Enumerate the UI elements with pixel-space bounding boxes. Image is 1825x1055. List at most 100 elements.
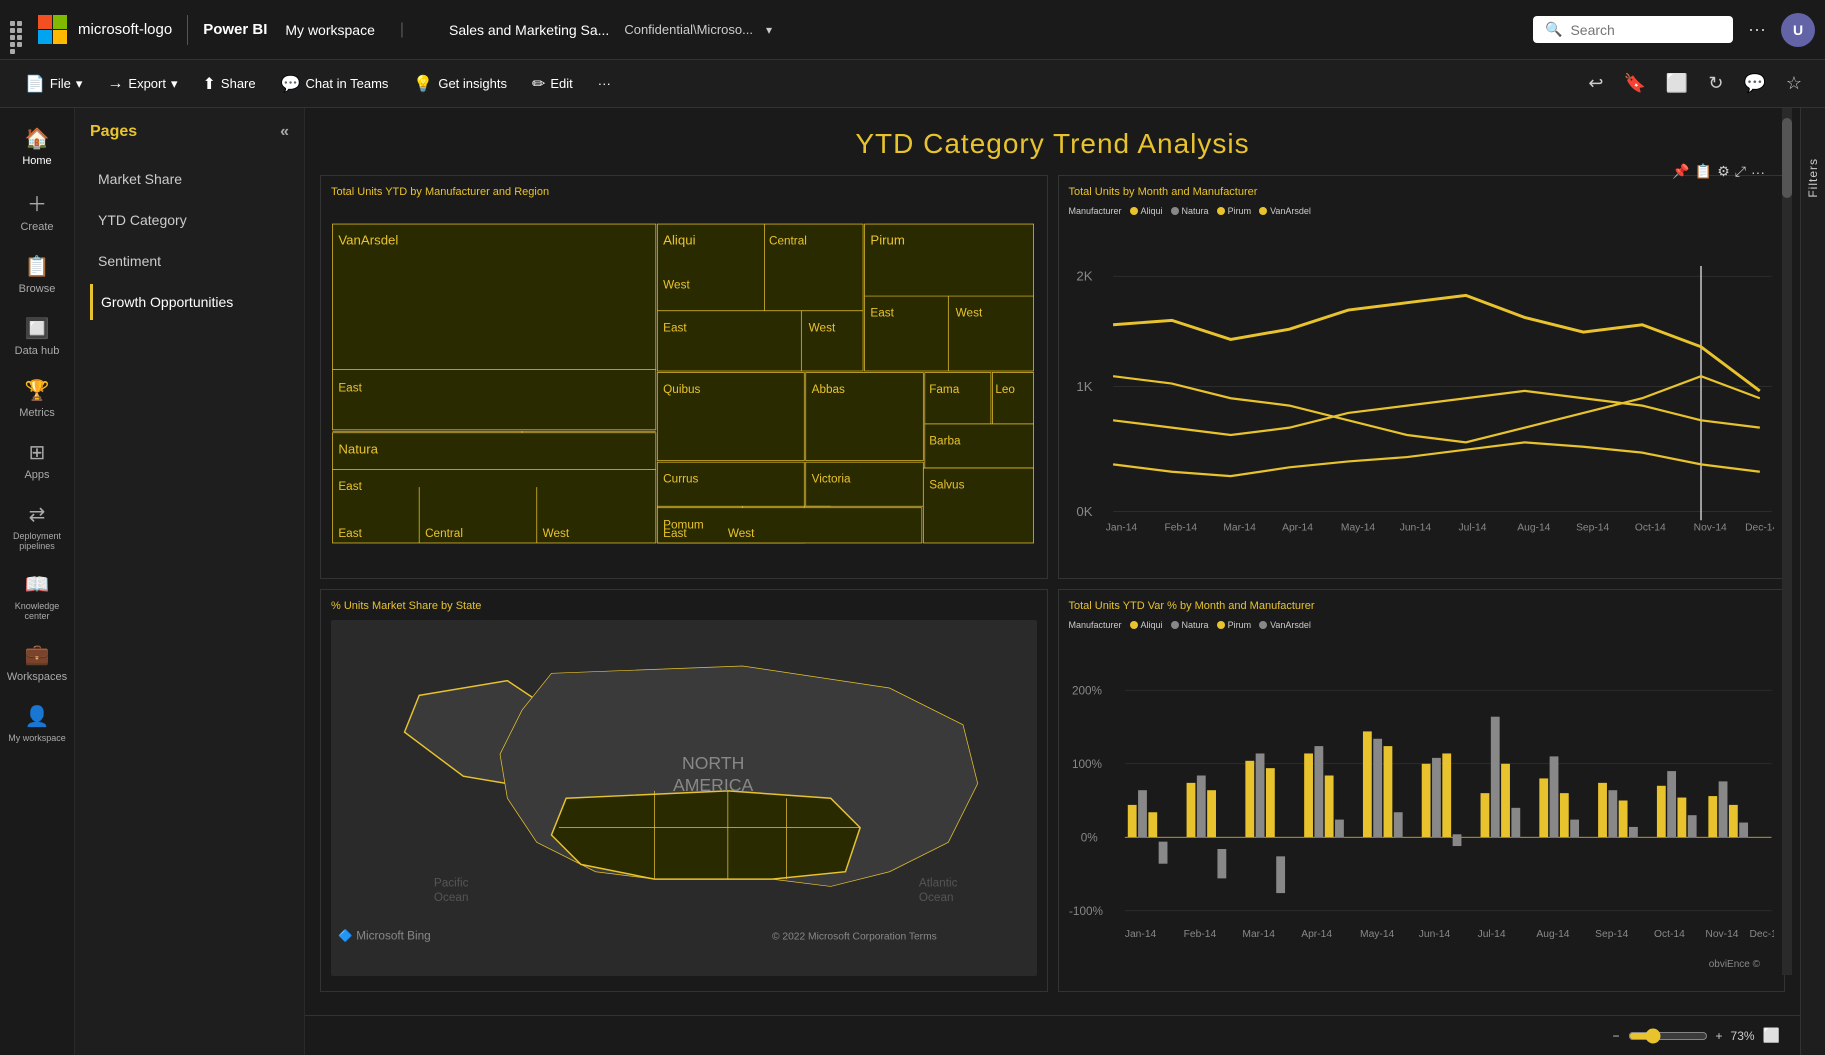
- share-button[interactable]: ⬆ Share: [193, 69, 266, 99]
- pin-button[interactable]: 📌: [1672, 163, 1689, 180]
- comment-button[interactable]: 💬: [1735, 68, 1773, 99]
- sidebar-item-apps[interactable]: ⊞ Apps: [0, 432, 74, 489]
- svg-text:East: East: [338, 480, 362, 493]
- dropdown-icon[interactable]: ▾: [766, 23, 772, 37]
- report-frame: YTD Category Trend Analysis Total Units …: [305, 108, 1800, 1015]
- sidebar-item-metrics[interactable]: 🏆 Metrics: [0, 370, 74, 427]
- view-button[interactable]: ⬜: [1658, 68, 1696, 99]
- create-icon: ＋: [27, 188, 47, 217]
- confidential-label: Confidential\Microso...: [624, 22, 753, 37]
- svg-text:Feb-14: Feb-14: [1183, 929, 1216, 940]
- sidebar: 🏠 Home ＋ Create 📋 Browse 🔲 Data hub 🏆 Me…: [0, 108, 75, 1055]
- chart-line[interactable]: Total Units by Month and Manufacturer Ma…: [1058, 175, 1786, 579]
- svg-text:East: East: [663, 527, 687, 540]
- bookmark-button[interactable]: 🔖: [1616, 68, 1654, 99]
- scroll-bar[interactable]: [1782, 108, 1792, 975]
- home-icon: 🏠: [25, 126, 50, 151]
- chat-teams-button[interactable]: 💬 Chat in Teams: [271, 69, 399, 99]
- svg-text:Pirum: Pirum: [870, 233, 905, 248]
- page-item-ytd-category[interactable]: YTD Category: [90, 202, 289, 238]
- chart-bar[interactable]: Total Units YTD Var % by Month and Manuf…: [1058, 589, 1786, 993]
- chart2-inner: 2K 1K 0K: [1069, 220, 1775, 577]
- svg-text:Natura: Natura: [338, 441, 378, 456]
- svg-text:May-14: May-14: [1340, 523, 1375, 534]
- sidebar-item-home[interactable]: 🏠 Home: [0, 118, 74, 175]
- grid-icon[interactable]: [10, 21, 28, 39]
- zoom-plus-icon[interactable]: +: [1716, 1029, 1723, 1043]
- map-svg: NORTH AMERICA Pacific Ocean Atlantic Oce…: [331, 620, 1037, 977]
- copy-button[interactable]: 📋: [1695, 163, 1712, 180]
- sidebar-item-knowledge[interactable]: 📖 Knowledge center: [0, 564, 74, 629]
- sidebar-create-label: Create: [20, 221, 53, 233]
- svg-text:Central: Central: [425, 527, 463, 540]
- chart-treemap[interactable]: Total Units YTD by Manufacturer and Regi…: [320, 175, 1048, 579]
- svg-text:Aug-14: Aug-14: [1536, 929, 1569, 940]
- export-button[interactable]: → Export ▾: [97, 70, 187, 98]
- chat-label: Chat in Teams: [306, 76, 389, 91]
- chart4-inner: 200% 100% 0% -100%: [1069, 634, 1775, 991]
- nav-divider: [187, 15, 188, 45]
- refresh-button[interactable]: ↻: [1700, 68, 1731, 99]
- svg-text:Jul-14: Jul-14: [1477, 929, 1505, 940]
- expand-button[interactable]: ⤢: [1735, 163, 1746, 180]
- pages-collapse-button[interactable]: «: [280, 123, 289, 141]
- edit-button[interactable]: ✏ Edit: [522, 69, 583, 99]
- toolbar-more-button[interactable]: ···: [588, 71, 621, 96]
- svg-text:East: East: [338, 527, 362, 540]
- sidebar-browse-label: Browse: [19, 283, 56, 295]
- svg-text:May-14: May-14: [1360, 929, 1395, 940]
- sidebar-item-deployment[interactable]: ⇄ Deployment pipelines: [0, 494, 74, 559]
- undo-button[interactable]: ↩: [1580, 68, 1611, 99]
- page-item-growth-opportunities[interactable]: Growth Opportunities: [90, 284, 289, 320]
- svg-text:West: West: [728, 527, 755, 540]
- filters-label[interactable]: Filters: [1806, 158, 1820, 198]
- chart2-manufacturer-label: Manufacturer: [1069, 206, 1122, 216]
- chart4-title: Total Units YTD Var % by Month and Manuf…: [1069, 600, 1775, 612]
- file-button[interactable]: 📄 File ▾: [15, 69, 92, 99]
- page-item-market-share[interactable]: Market Share: [90, 161, 289, 197]
- svg-text:Oct-14: Oct-14: [1653, 929, 1684, 940]
- chart-more-button[interactable]: ···: [1751, 163, 1765, 180]
- microsoft-label: microsoft-logo: [78, 21, 172, 38]
- sidebar-item-myworkspace[interactable]: 👤 My workspace: [0, 696, 74, 751]
- powerbi-label: Power BI: [203, 21, 267, 38]
- svg-text:West: West: [663, 279, 690, 292]
- chart-map[interactable]: % Units Market Share by State: [320, 589, 1048, 993]
- bar-legend-natura: Natura: [1171, 620, 1209, 630]
- insights-button[interactable]: 💡 Get insights: [403, 69, 517, 99]
- svg-text:Barba: Barba: [929, 435, 961, 448]
- line-chart-svg: 2K 1K 0K: [1069, 220, 1775, 577]
- share-icon: ⬆: [203, 74, 216, 94]
- search-box[interactable]: 🔍: [1533, 16, 1733, 43]
- sidebar-item-browse[interactable]: 📋 Browse: [0, 246, 74, 303]
- svg-text:Quibus: Quibus: [663, 383, 700, 396]
- svg-text:Ocean: Ocean: [434, 891, 469, 904]
- zoom-label: 73%: [1731, 1029, 1755, 1043]
- fit-page-button[interactable]: ⬜: [1763, 1027, 1780, 1044]
- legend-aliqui: Aliqui: [1130, 206, 1163, 216]
- sidebar-item-datahub[interactable]: 🔲 Data hub: [0, 308, 74, 365]
- search-input[interactable]: [1570, 22, 1710, 38]
- svg-text:Apr-14: Apr-14: [1282, 523, 1313, 534]
- svg-text:Ocean: Ocean: [919, 891, 954, 904]
- zoom-minus-icon[interactable]: −: [1613, 1029, 1620, 1043]
- browse-icon: 📋: [25, 254, 50, 279]
- more-options-icon[interactable]: ···: [1748, 19, 1766, 40]
- filter-button[interactable]: ⚙: [1717, 163, 1730, 180]
- svg-text:AMERICA: AMERICA: [673, 774, 754, 794]
- zoom-slider[interactable]: [1628, 1028, 1708, 1044]
- deployment-icon: ⇄: [29, 502, 46, 527]
- avatar[interactable]: U: [1781, 13, 1815, 47]
- report-title[interactable]: Sales and Marketing Sa...: [449, 22, 609, 38]
- svg-text:Jan-14: Jan-14: [1105, 523, 1137, 534]
- chart1-inner: VanArsdel East Aliqui East West West: [331, 206, 1037, 563]
- favorite-button[interactable]: ☆: [1778, 68, 1810, 99]
- file-dropdown-icon: ▾: [76, 76, 83, 92]
- page-item-sentiment[interactable]: Sentiment: [90, 243, 289, 279]
- scroll-thumb[interactable]: [1782, 118, 1792, 198]
- svg-text:West: West: [543, 527, 570, 540]
- workspace-label[interactable]: My workspace: [285, 22, 374, 38]
- svg-text:West: West: [956, 307, 983, 320]
- sidebar-item-workspaces[interactable]: 💼 Workspaces: [0, 634, 74, 691]
- sidebar-item-create[interactable]: ＋ Create: [0, 180, 74, 241]
